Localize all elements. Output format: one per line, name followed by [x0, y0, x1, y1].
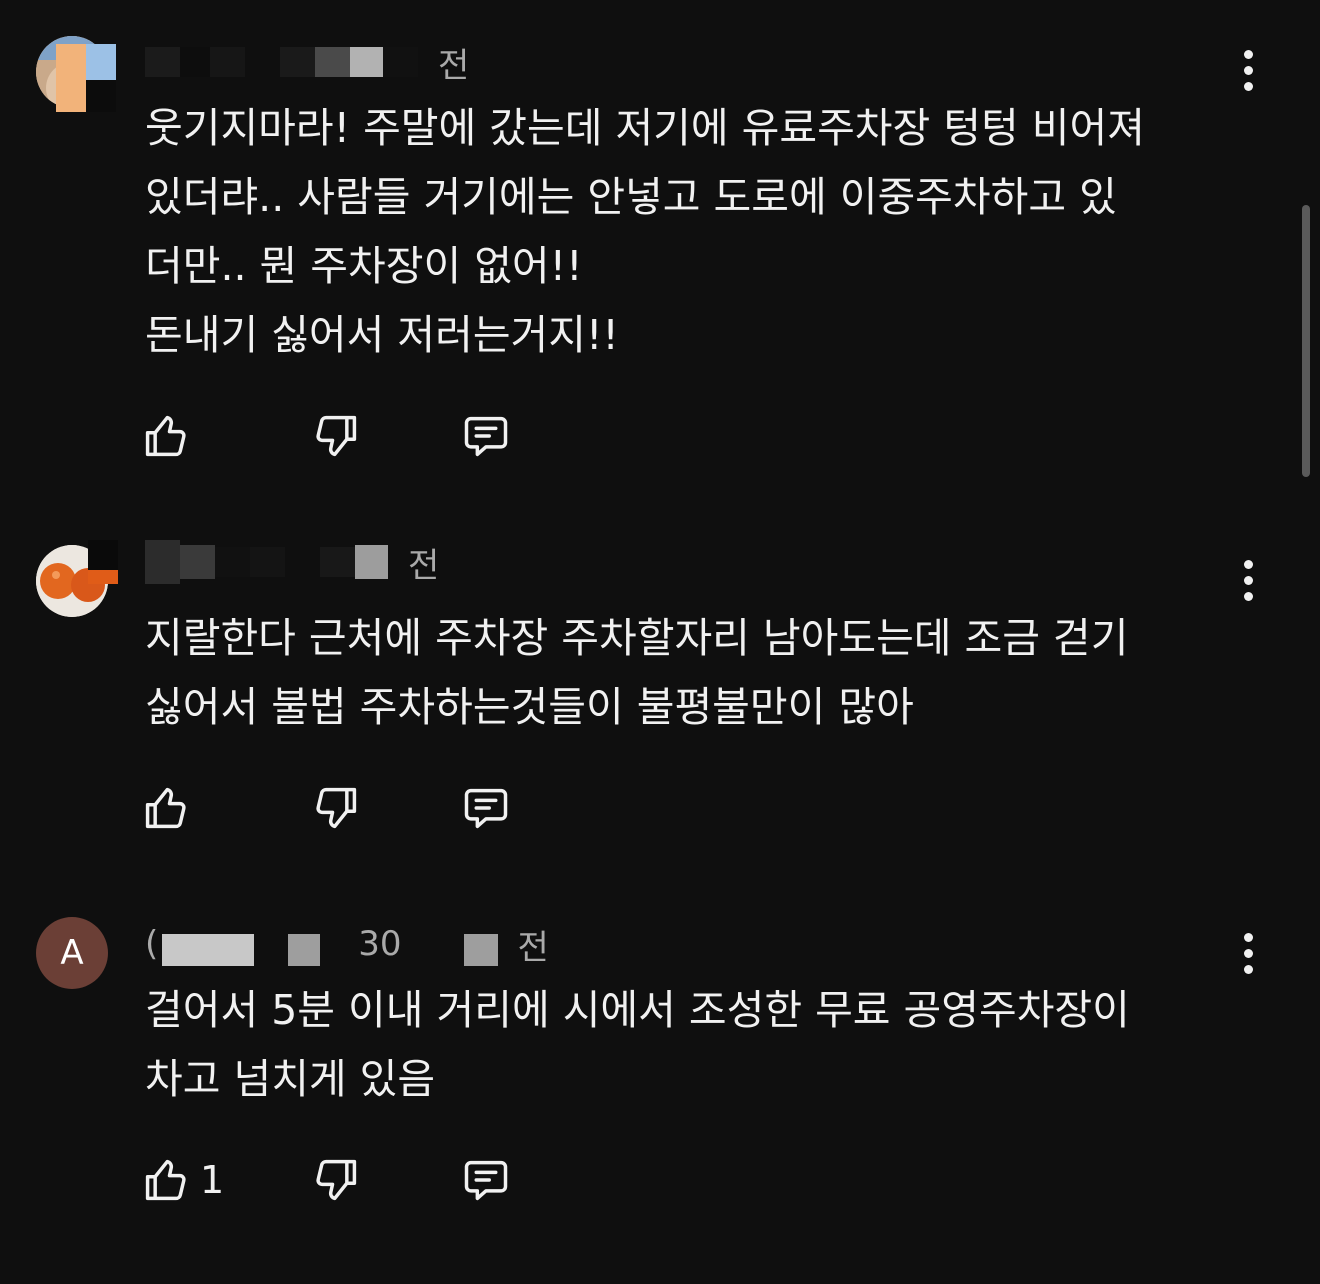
redacted-name [162, 934, 255, 966]
menu-dot [1243, 49, 1253, 59]
timestamp: 전 [408, 545, 440, 586]
redacted-name [350, 47, 383, 77]
redacted-name [288, 934, 321, 966]
comment-meta: 전 [145, 40, 470, 86]
more-vert-icon[interactable] [1228, 925, 1268, 981]
scrollbar[interactable] [1302, 205, 1310, 477]
redacted-block [86, 80, 116, 112]
redacted-name [145, 540, 180, 584]
redacted-name [180, 47, 210, 77]
comment-text: 지랄한다 근처에 주차장 주차할자리 남아도는데 조금 걷기 싫어서 불법 주차… [145, 614, 1129, 731]
menu-dot [1243, 559, 1253, 569]
more-vert-icon[interactable] [1228, 42, 1268, 98]
comment-text: 웃기지마라! 주말에 갔는데 저기에 유료주차장 텅텅 비어져 있더랴.. 사람… [145, 104, 1145, 359]
redacted-name [315, 47, 350, 77]
redacted-name [250, 547, 285, 577]
thumb-up-icon [140, 1154, 192, 1206]
menu-dot [1243, 65, 1253, 75]
menu-dot [1243, 81, 1253, 91]
reply-icon [460, 782, 512, 834]
reply-button[interactable] [460, 1152, 512, 1208]
redacted-block [86, 44, 116, 80]
menu-dot [1243, 575, 1253, 585]
redacted-block [88, 570, 118, 584]
reply-button[interactable] [460, 780, 512, 836]
like-button[interactable] [140, 408, 200, 464]
meta-fragment: ( [145, 924, 159, 964]
redacted-name [280, 47, 315, 77]
menu-dot [1243, 964, 1253, 974]
dislike-button[interactable] [310, 1152, 362, 1208]
redacted-block [56, 44, 86, 112]
timestamp: 전 [517, 927, 549, 968]
menu-dot [1243, 948, 1253, 958]
reply-icon [460, 1154, 512, 1206]
redacted-name [463, 934, 498, 966]
comment-text: 걸어서 5분 이내 거리에 시에서 조성한 무료 공영주차장이 차고 넘치게 있… [145, 986, 1130, 1103]
thumb-up-icon [140, 782, 192, 834]
avatar[interactable]: A [36, 917, 108, 989]
comment-meta: 전 [145, 540, 440, 586]
thumb-down-icon [310, 782, 362, 834]
menu-dot [1243, 932, 1253, 942]
thumb-down-icon [310, 1154, 362, 1206]
redacted-name [320, 547, 355, 577]
like-button[interactable]: 1 [140, 1152, 224, 1208]
menu-dot [1243, 591, 1253, 601]
redacted-name [355, 545, 388, 579]
redacted-name [210, 47, 245, 77]
redacted-block [88, 540, 118, 570]
meta-fragment: 30 [358, 924, 402, 964]
redacted-name [245, 47, 280, 77]
like-count: 1 [200, 1158, 225, 1202]
redacted-name [285, 547, 320, 577]
redacted-name [180, 545, 215, 579]
comment-meta: ( 30 전 [145, 922, 549, 968]
redacted-name [145, 47, 180, 77]
redacted-name [215, 547, 250, 577]
dislike-button[interactable] [310, 408, 362, 464]
redacted-name [383, 47, 418, 77]
avatar-letter: A [60, 933, 84, 973]
dislike-button[interactable] [310, 780, 362, 836]
reply-icon [460, 410, 512, 462]
like-button[interactable] [140, 780, 200, 836]
timestamp: 전 [438, 45, 470, 86]
reply-button[interactable] [460, 408, 512, 464]
thumb-up-icon [140, 410, 192, 462]
more-vert-icon[interactable] [1228, 552, 1268, 608]
thumb-down-icon [310, 410, 362, 462]
